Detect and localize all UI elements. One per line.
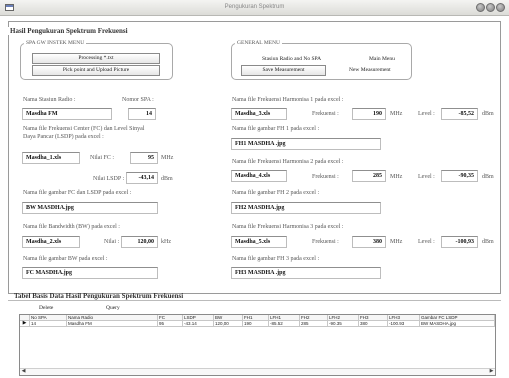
- fh2-file-field[interactable]: Masdha_4.xls: [231, 170, 287, 182]
- spa-number-label: Nomor SPA :: [122, 97, 154, 103]
- chevron-right-icon[interactable]: ▶: [488, 369, 495, 375]
- fh3-level-label: Level :: [418, 239, 435, 245]
- fh3-level-field[interactable]: -100,93: [441, 236, 478, 248]
- fh1-image-field[interactable]: FH1 MASDHA .jpg: [231, 138, 381, 150]
- new-measurement-button[interactable]: New Measurement: [349, 67, 391, 73]
- fc-unit: MHz: [161, 155, 174, 161]
- database-title: Tabel Basis Data Hasil Pengukuran Spektr…: [14, 292, 184, 300]
- table-row[interactable]: 14 Masdha FM 95 -43.14 120,00 190 -85.52…: [20, 321, 495, 327]
- table-cell[interactable]: 95: [158, 321, 183, 327]
- bw-file-label: Nama file Bandwidth (BW) pada excel :: [23, 224, 120, 230]
- triangle-right-icon: ▶: [22, 321, 27, 326]
- close-button[interactable]: [496, 3, 505, 12]
- maximize-button[interactable]: [486, 3, 495, 12]
- station-name-label: Nama Stasiun Radio :: [23, 97, 76, 103]
- lsdp-label: Nilai LSDP :: [93, 176, 125, 182]
- fh3-file-field[interactable]: Masdha_5.xls: [231, 236, 287, 248]
- general-menu-label: GENERAL MENU: [235, 40, 283, 46]
- fh3-frequency-field[interactable]: 380: [352, 236, 386, 248]
- title-bar: Pengukuran Spektrum: [0, 0, 509, 16]
- fc-field[interactable]: 95: [130, 152, 158, 164]
- table-cell[interactable]: 380: [359, 321, 388, 327]
- bw-field[interactable]: 120,00: [121, 236, 158, 248]
- station-name-field[interactable]: Masdha FM: [22, 108, 112, 120]
- station-radio-button[interactable]: Stasiun Radio and No SPA: [262, 56, 321, 62]
- table-cell[interactable]: -85.52: [269, 321, 300, 327]
- fh1-level-field[interactable]: -85,52: [441, 108, 478, 120]
- fc-file-label-1: Nama file Frekuensi Center (FC) dan Leve…: [23, 126, 145, 132]
- main-menu-button[interactable]: Main Menu: [369, 56, 395, 62]
- fh1-frequency-unit: MHz: [390, 111, 403, 117]
- lsdp-unit: dBm: [161, 176, 173, 182]
- fc-image-label: Nama file gambar FC dan LSDP pada excel …: [23, 190, 132, 196]
- data-grid[interactable]: No SPA Nama Radio FC LSDP BW FH1 LFH1 FH…: [19, 314, 496, 376]
- fc-file-label-2: Daya Pancar (LSDP) pada excel :: [23, 134, 104, 140]
- window-title: Pengukuran Spektrum: [224, 4, 285, 10]
- fc-image-field[interactable]: BW MASDHA.jpg: [22, 202, 158, 214]
- fh1-frequency-label: Frekuensi :: [312, 111, 339, 117]
- fh2-file-label: Nama file Frekuensi Harmonisa 2 pada exc…: [232, 159, 344, 165]
- bw-image-label: Nama file gambar BW pada excel :: [23, 256, 108, 262]
- spa-menu-label: SPA GW INSTEK MENU: [24, 40, 87, 46]
- delete-button[interactable]: Delete: [39, 305, 53, 311]
- fh1-file-field[interactable]: Masdha_3.xls: [231, 108, 287, 120]
- fc-file-field[interactable]: Masdha_1.xls: [22, 152, 80, 164]
- chevron-left-icon[interactable]: ◀: [20, 369, 27, 375]
- bw-unit: kHz: [161, 239, 171, 245]
- fh3-image-field[interactable]: FH3 MASDHA .jpg: [231, 267, 381, 279]
- table-cell[interactable]: Masdha FM: [67, 321, 158, 327]
- table-cell[interactable]: 14: [30, 321, 67, 327]
- pick-point-upload-button[interactable]: Pick point and Upload Picture: [32, 65, 160, 76]
- fh1-frequency-field[interactable]: 190: [352, 108, 386, 120]
- fh1-level-label: Level :: [418, 111, 435, 117]
- processing-button[interactable]: Processing *.txt: [32, 53, 160, 64]
- panel-title: Hasil Pengukuran Spektrum Frekuensi: [8, 27, 130, 35]
- bw-label: Nilai :: [104, 239, 120, 245]
- fh3-image-label: Nama file gambar FH 3 pada excel :: [232, 256, 320, 262]
- fh2-frequency-unit: MHz: [390, 174, 403, 180]
- table-cell[interactable]: -90.35: [328, 321, 359, 327]
- fh2-level-label: Level :: [418, 174, 435, 180]
- fh3-file-label: Nama file Frekuensi Harmonisa 3 pada exc…: [232, 224, 344, 230]
- spa-number-field[interactable]: 14: [128, 108, 156, 120]
- table-cell[interactable]: 120,00: [214, 321, 243, 327]
- fh3-frequency-unit: MHz: [390, 239, 403, 245]
- bw-file-field[interactable]: Masdha_2.xls: [22, 236, 80, 248]
- fh3-frequency-label: Frekuensi :: [312, 239, 339, 245]
- table-cell[interactable]: -100.93: [388, 321, 420, 327]
- bw-image-field[interactable]: FC MASDHA.jpg: [22, 267, 158, 279]
- fc-label: Nilai FC :: [90, 155, 115, 161]
- fh2-image-field[interactable]: FH2 MASDHA.jpg: [231, 202, 381, 214]
- fh1-level-unit: dBm: [482, 111, 494, 117]
- fh2-frequency-field[interactable]: 285: [352, 170, 386, 182]
- table-cell[interactable]: 190: [243, 321, 269, 327]
- fh3-level-unit: dBm: [482, 239, 494, 245]
- fh1-image-label: Nama file gambar FH 1 pada excel :: [232, 126, 320, 132]
- query-button[interactable]: Query: [106, 305, 120, 311]
- fh1-file-label: Nama file Frekuensi Harmonisa 1 pada exc…: [232, 97, 344, 103]
- fh2-frequency-label: Frekuensi :: [312, 174, 339, 180]
- fh2-level-unit: dBm: [482, 174, 494, 180]
- table-cell[interactable]: 285: [300, 321, 328, 327]
- fh2-level-field[interactable]: -90,35: [441, 170, 478, 182]
- save-measurement-button[interactable]: Save Measurement: [241, 65, 326, 76]
- table-cell[interactable]: -43.14: [183, 321, 214, 327]
- section-divider: [8, 300, 501, 301]
- minimize-button[interactable]: [476, 3, 485, 12]
- lsdp-field[interactable]: -43,14: [126, 172, 158, 184]
- horizontal-scrollbar[interactable]: ◀ ▶: [20, 368, 495, 375]
- fh2-image-label: Nama file gambar FH 2 pada excel :: [232, 190, 320, 196]
- table-cell[interactable]: BW MASDHA.jpg: [420, 321, 495, 327]
